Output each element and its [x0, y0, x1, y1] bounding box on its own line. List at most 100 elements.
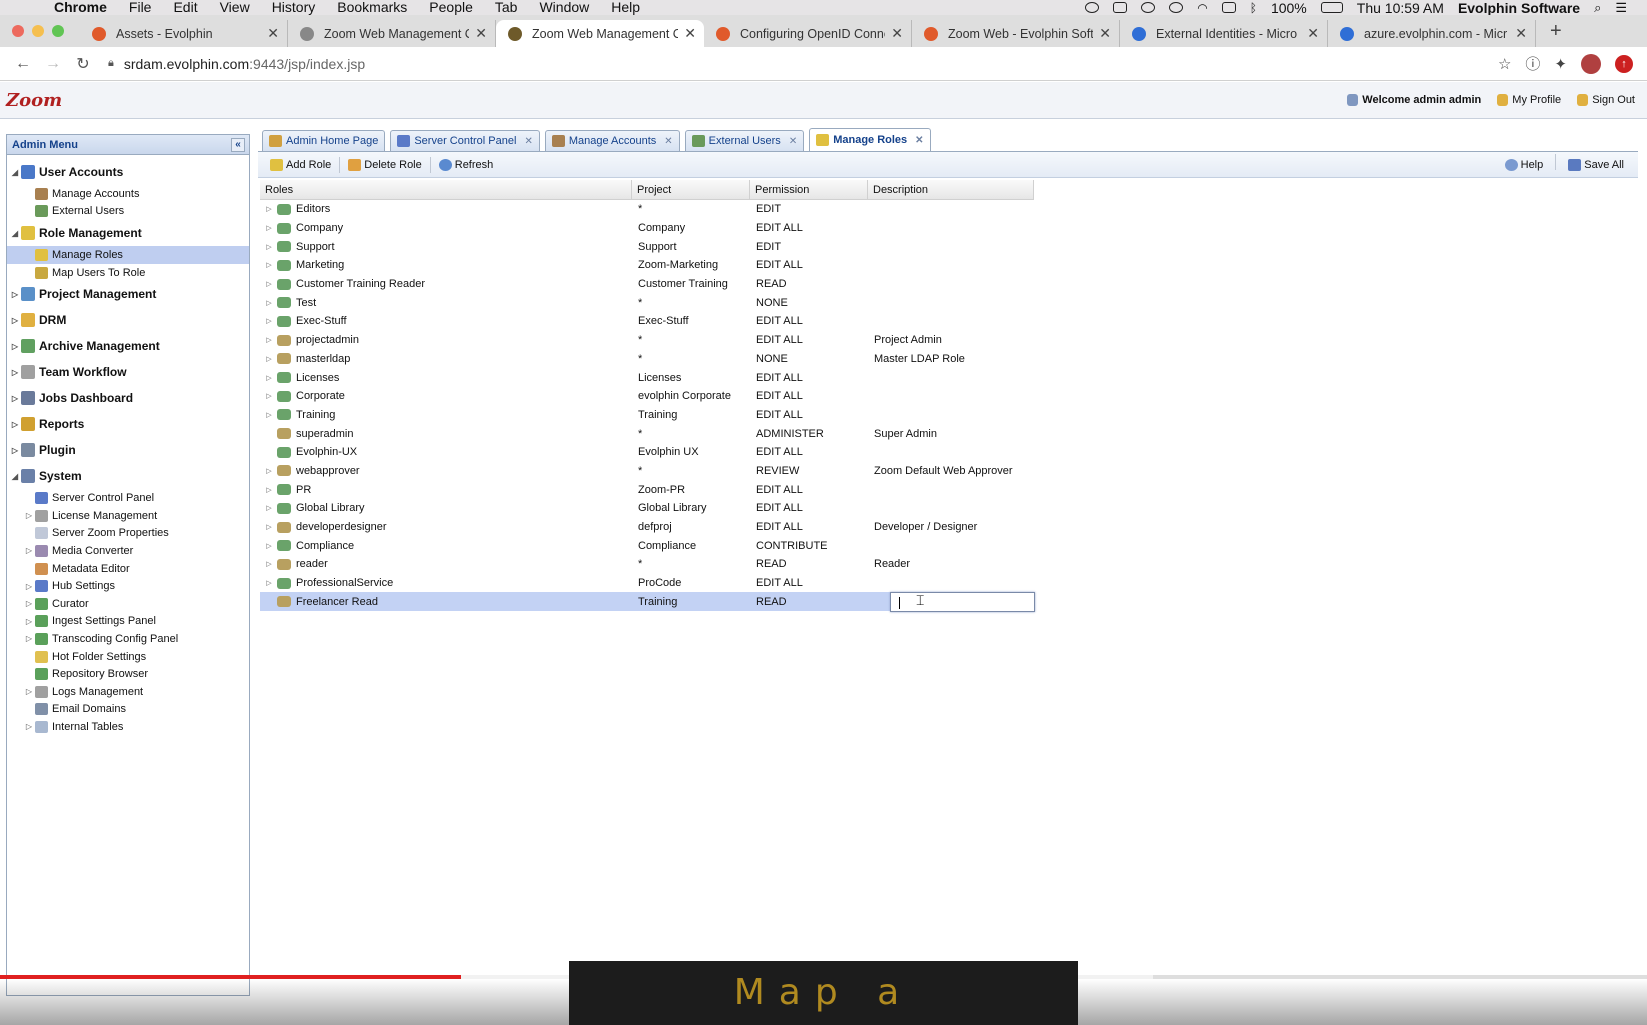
project-cell[interactable]: Licenses: [632, 372, 750, 384]
role-row[interactable]: ▷ Editors * EDIT: [260, 200, 1034, 219]
expand-row-icon[interactable]: ▷: [264, 317, 274, 325]
collapsed-arrow-icon[interactable]: ▷: [9, 446, 21, 455]
permission-cell[interactable]: EDIT ALL: [750, 521, 868, 533]
menu-item-manage-accounts[interactable]: Manage Accounts: [7, 185, 249, 203]
help-button[interactable]: Help: [1499, 154, 1550, 176]
role-row[interactable]: ▷ Test * NONE: [260, 293, 1034, 312]
menu-item-license-management[interactable]: ▷ License Management: [7, 507, 249, 525]
role-cell[interactable]: ▷ PR: [260, 484, 632, 496]
project-cell[interactable]: Zoom-PR: [632, 484, 750, 496]
role-cell[interactable]: ▷ Corporate: [260, 390, 632, 402]
role-cell[interactable]: Evolphin-UX: [260, 446, 632, 458]
role-row[interactable]: ▷ Company Company EDIT ALL: [260, 219, 1034, 238]
role-row[interactable]: ▷ Compliance Compliance CONTRIBUTE: [260, 536, 1034, 555]
collapse-panel-button[interactable]: «: [231, 137, 245, 152]
permission-cell[interactable]: READ: [750, 278, 868, 290]
collapsed-arrow-icon[interactable]: ▷: [23, 511, 35, 520]
expand-row-icon[interactable]: ▷: [264, 374, 274, 382]
collapsed-arrow-icon[interactable]: ▷: [9, 290, 21, 299]
close-window-button[interactable]: [12, 25, 24, 37]
forward-icon[interactable]: →: [38, 55, 68, 73]
menu-section-project-management[interactable]: ▷ Project Management: [7, 281, 249, 307]
expand-row-icon[interactable]: ▷: [264, 280, 274, 288]
permission-cell[interactable]: READ: [750, 558, 868, 570]
expand-row-icon[interactable]: ▷: [264, 523, 274, 531]
panel-tab-admin-home-page[interactable]: Admin Home Page: [262, 130, 386, 151]
menu-item-transcoding-config-panel[interactable]: ▷ Transcoding Config Panel: [7, 630, 249, 648]
project-cell[interactable]: Exec-Stuff: [632, 315, 750, 327]
expand-row-icon[interactable]: ▷: [264, 392, 274, 400]
role-cell[interactable]: ▷ Test: [260, 297, 632, 309]
menu-item-hot-folder-settings[interactable]: Hot Folder Settings: [7, 648, 249, 666]
permission-cell[interactable]: EDIT ALL: [750, 484, 868, 496]
mac-menu-chrome[interactable]: Chrome: [54, 0, 107, 15]
menu-user[interactable]: Evolphin Software: [1458, 0, 1580, 16]
role-cell[interactable]: ▷ developerdesigner: [260, 521, 632, 533]
permission-cell[interactable]: EDIT ALL: [750, 372, 868, 384]
add-role-button[interactable]: Add Role: [264, 154, 337, 176]
menu-item-server-zoom-properties[interactable]: Server Zoom Properties: [7, 525, 249, 543]
mac-menu-view[interactable]: View: [220, 0, 250, 15]
close-tab-icon[interactable]: ✕: [1515, 25, 1527, 42]
permission-cell[interactable]: EDIT: [750, 203, 868, 215]
expand-row-icon[interactable]: ▷: [264, 504, 274, 512]
description-edit-input[interactable]: [890, 592, 1035, 613]
expand-row-icon[interactable]: ▷: [264, 467, 274, 475]
role-row[interactable]: ▷ masterldap * NONE Master LDAP Role: [260, 350, 1034, 369]
menu-item-map-users-to-role[interactable]: Map Users To Role: [7, 264, 249, 282]
menu-item-curator[interactable]: ▷ Curator: [7, 595, 249, 613]
menu-section-team-workflow[interactable]: ▷ Team Workflow: [7, 359, 249, 385]
mac-menu-window[interactable]: Window: [539, 0, 589, 15]
project-cell[interactable]: *: [632, 334, 750, 346]
close-panel-tab-icon[interactable]: ✕: [524, 136, 532, 147]
role-cell[interactable]: ▷ Company: [260, 222, 632, 234]
minimize-window-button[interactable]: [32, 25, 44, 37]
role-row[interactable]: ▷ developerdesigner defproj EDIT ALL Develop…: [260, 518, 1034, 537]
permission-cell[interactable]: READ: [750, 596, 868, 608]
panel-tab-external-users[interactable]: External Users ✕: [684, 130, 805, 151]
role-cell[interactable]: ▷ Support: [260, 241, 632, 253]
description-cell[interactable]: Reader: [868, 558, 1014, 570]
project-cell[interactable]: Compliance: [632, 540, 750, 552]
menu-section-plugin[interactable]: ▷ Plugin: [7, 437, 249, 463]
expand-row-icon[interactable]: ▷: [264, 299, 274, 307]
expand-row-icon[interactable]: ▷: [264, 355, 274, 363]
refresh-button[interactable]: Refresh: [433, 154, 500, 176]
role-row[interactable]: ▷ Licenses Licenses EDIT ALL: [260, 368, 1034, 387]
browser-tab[interactable]: Configuring OpenID Conne ✕: [704, 20, 912, 47]
role-row[interactable]: ▷ reader * READ Reader: [260, 555, 1034, 574]
menu-item-server-control-panel[interactable]: Server Control Panel: [7, 489, 249, 507]
permission-cell[interactable]: REVIEW: [750, 465, 868, 477]
menu-item-hub-settings[interactable]: ▷ Hub Settings: [7, 577, 249, 595]
description-cell[interactable]: Zoom Default Web Approver: [868, 465, 1014, 477]
info-extension-icon[interactable]: ⓘ: [1525, 53, 1540, 74]
role-cell[interactable]: ▷ Customer Training Reader: [260, 278, 632, 290]
close-tab-icon[interactable]: ✕: [684, 25, 696, 42]
expand-row-icon[interactable]: ▷: [264, 579, 274, 587]
menu-section-reports[interactable]: ▷ Reports: [7, 411, 249, 437]
project-cell[interactable]: ProCode: [632, 577, 750, 589]
panel-tab-manage-accounts[interactable]: Manage Accounts ✕: [544, 130, 680, 151]
expanded-arrow-icon[interactable]: ◢: [9, 168, 21, 177]
bookmark-star-icon[interactable]: ☆: [1498, 55, 1511, 73]
mac-menu-history[interactable]: History: [272, 0, 316, 15]
menu-item-ingest-settings-panel[interactable]: ▷ Ingest Settings Panel: [7, 613, 249, 631]
project-cell[interactable]: Customer Training: [632, 278, 750, 290]
expand-row-icon[interactable]: ▷: [264, 542, 274, 550]
menu-section-jobs-dashboard[interactable]: ▷ Jobs Dashboard: [7, 385, 249, 411]
project-cell[interactable]: Zoom-Marketing: [632, 259, 750, 271]
browser-tab[interactable]: Assets - Evolphin ✕: [80, 20, 288, 47]
permission-cell[interactable]: NONE: [750, 353, 868, 365]
close-panel-tab-icon[interactable]: ✕: [789, 136, 797, 147]
description-cell[interactable]: Developer / Designer: [868, 521, 1014, 533]
update-icon[interactable]: ↑: [1615, 54, 1633, 73]
description-cell[interactable]: Project Admin: [868, 334, 1014, 346]
role-row[interactable]: ▷ Training Training EDIT ALL: [260, 406, 1034, 425]
clock[interactable]: Thu 10:59 AM: [1357, 0, 1444, 16]
collapsed-arrow-icon[interactable]: ▷: [9, 394, 21, 403]
role-row[interactable]: ▷ Exec-Stuff Exec-Stuff EDIT ALL: [260, 312, 1034, 331]
permission-cell[interactable]: EDIT ALL: [750, 409, 868, 421]
permission-cell[interactable]: EDIT ALL: [750, 222, 868, 234]
browser-tab[interactable]: Zoom Web - Evolphin Soft ✕: [912, 20, 1120, 47]
collapsed-arrow-icon[interactable]: ▷: [23, 634, 35, 643]
